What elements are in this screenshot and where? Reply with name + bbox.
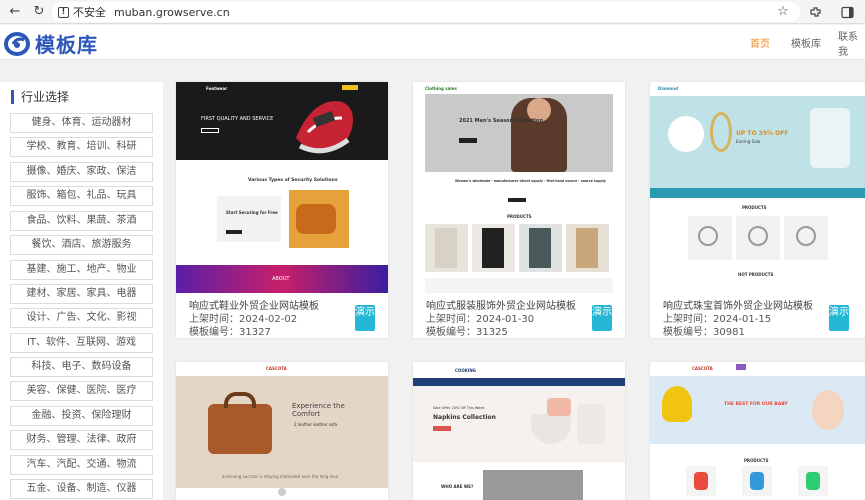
thumb-hero-text: FIRST QUALITY AND SERVICE (201, 116, 274, 122)
reload-icon[interactable]: ↻ (30, 3, 48, 21)
thumb-section-title: PRODUCTS (742, 205, 767, 210)
template-card[interactable]: Footwear FIRST QUALITY AND SERVICE Vario… (176, 82, 388, 338)
thumb-brand: Diamond (658, 86, 679, 91)
category-item[interactable]: 财务、管理、法律、政府 (10, 430, 153, 450)
sidebar-title: 行业选择 (11, 90, 69, 104)
thumb-tagline: Women's wholesale - manufacturer direct … (455, 179, 606, 183)
nav-home[interactable]: 首页 (750, 25, 770, 60)
category-item[interactable]: 五金、设备、制造、仪器 (10, 479, 153, 499)
category-item[interactable]: 金融、投资、保险理财 (10, 406, 153, 426)
category-item[interactable]: 汽车、汽配、交通、物流 (10, 455, 153, 475)
preview-button[interactable]: 演示 (592, 305, 612, 331)
template-card[interactable]: Clothing sales 2021 Men's Season Collect… (413, 82, 625, 338)
thumb-section-title: Various Types of Security Solutions (248, 178, 338, 183)
category-item[interactable]: 餐饮、酒店、旅游服务 (10, 235, 153, 255)
star-icon[interactable]: ☆ (774, 3, 792, 21)
thumb-caption: achieving success is staying motivated o… (222, 474, 339, 479)
category-item[interactable]: 摄像、婚庆、家政、保洁 (10, 162, 153, 182)
category-item[interactable]: 学校、教育、培训、科研 (10, 137, 153, 157)
url-text: muban.growserve.cn (114, 5, 230, 19)
thumb-hero-text: UP TO 35% OFF (736, 130, 789, 137)
category-item[interactable]: IT、软件、互联网、游戏 (10, 333, 153, 353)
template-card[interactable]: Diamond UP TO 35% OFF Earring Sale PRODU… (650, 82, 865, 338)
nav-contact[interactable]: 联系我 (838, 25, 865, 60)
warning-icon: ! (58, 6, 69, 18)
template-thumbnail[interactable]: COOKING Sale Offer 20% Off This Week Nap… (413, 362, 625, 500)
template-card[interactable]: CASCOTA Experience the Comfort 2 leather… (176, 362, 388, 500)
card-code: 模板编号：31327 (189, 327, 271, 338)
thumb-section2-title: HOT PRODUCTS (738, 272, 774, 277)
thumb-brand: COOKING (455, 368, 476, 373)
card-date: 上架时间：2024-02-02 (189, 314, 298, 325)
security-indicator[interactable]: ! 不安全 (58, 4, 114, 20)
template-card[interactable]: CASCOTA THE BEST FOR OUR BABY PRODUCTS (650, 362, 865, 500)
site-header: 模板库 首页 模板库 联系我 (0, 25, 865, 60)
security-label: 不安全 (73, 6, 106, 19)
thumb-brand: Footwear (206, 86, 228, 91)
nav-contact-link[interactable]: 联系我 (838, 28, 865, 58)
nav-templates[interactable]: 模板库 (791, 25, 821, 60)
thumb-hero-sub: Earring Sale (736, 139, 761, 144)
thumb-hero-small: Sale Offer 20% Off This Week (433, 406, 485, 410)
thumb-hero-text: THE BEST FOR OUR BABY (724, 402, 788, 407)
card-code: 模板编号：31325 (426, 327, 508, 338)
extensions-icon[interactable] (806, 3, 824, 21)
thumb-hero-text: 2021 Men's Season Collection (459, 118, 543, 124)
template-thumbnail[interactable]: Clothing sales 2021 Men's Season Collect… (413, 82, 625, 293)
thumb-brand: CASCOTA (692, 366, 713, 371)
preview-button[interactable]: 演示 (829, 305, 849, 331)
card-title[interactable]: 响应式服装服饰外贸企业网站模板 (426, 300, 576, 313)
thumb-section-title: WHO ARE WE? (441, 484, 474, 489)
nav-templates-link[interactable]: 模板库 (791, 35, 821, 50)
thumb-section-title: PRODUCTS (744, 458, 769, 463)
nav-home-link[interactable]: 首页 (750, 35, 770, 50)
thumb-hero-text: Experience the Comfort (292, 402, 345, 418)
category-item[interactable]: 服饰、箱包、礼品、玩具 (10, 186, 153, 206)
category-item[interactable]: 建材、家居、家具、电器 (10, 284, 153, 304)
industry-sidebar: 行业选择 健身、体育、运动器材 学校、教育、培训、科研 摄像、婚庆、家政、保洁 … (0, 82, 163, 500)
thumb-sub-title: Start Securing for Free (226, 210, 278, 215)
thumb-section-title: PRODUCTS (507, 214, 532, 219)
address-bar[interactable]: ! 不安全 muban.growserve.cn (52, 2, 800, 22)
card-info: 响应式服装服饰外贸企业网站模板 上架时间：2024-01-30 模板编号：313… (426, 300, 576, 338)
template-thumbnail[interactable]: CASCOTA THE BEST FOR OUR BABY PRODUCTS (650, 362, 865, 500)
thumb-brand: CASCOTA (266, 366, 287, 371)
thumb-hero-sub: 2 leather leather sofa (294, 422, 338, 427)
thumb-brand: Clothing sales (425, 86, 457, 91)
card-title[interactable]: 响应式珠宝首饰外贸企业网站模板 (663, 300, 813, 313)
sidebar-toggle-icon[interactable] (838, 3, 856, 21)
template-thumbnail[interactable]: CASCOTA Experience the Comfort 2 leather… (176, 362, 388, 500)
category-item[interactable]: 健身、体育、运动器材 (10, 113, 153, 133)
card-code: 模板编号：30981 (663, 327, 745, 338)
thumb-about: ABOUT (272, 276, 290, 282)
card-date: 上架时间：2024-01-15 (663, 314, 772, 325)
template-thumbnail[interactable]: Footwear FIRST QUALITY AND SERVICE Vario… (176, 82, 388, 293)
shoe-image (296, 101, 353, 154)
thumb-hero-text: Napkins Collection (433, 414, 496, 421)
card-title[interactable]: 响应式鞋业外贸企业网站模板 (189, 300, 319, 313)
back-arrow-icon[interactable]: ← (6, 3, 24, 21)
category-item[interactable]: 食品、饮料、果蔬、茶酒 (10, 211, 153, 231)
card-date: 上架时间：2024-01-30 (426, 314, 535, 325)
category-item[interactable]: 科技、电子、数码设备 (10, 357, 153, 377)
category-item[interactable]: 设计、广告、文化、影视 (10, 308, 153, 328)
template-thumbnail[interactable]: Diamond UP TO 35% OFF Earring Sale PRODU… (650, 82, 865, 293)
card-info: 响应式珠宝首饰外贸企业网站模板 上架时间：2024-01-15 模板编号：309… (663, 300, 813, 338)
logo-icon (4, 31, 30, 56)
category-item[interactable]: 美容、保健、医院、医疗 (10, 381, 153, 401)
card-info: 响应式鞋业外贸企业网站模板 上架时间：2024-02-02 模板编号：31327 (189, 300, 319, 338)
site-logo[interactable]: 模板库 (4, 29, 98, 58)
preview-button[interactable]: 演示 (355, 305, 375, 331)
category-item[interactable]: 基建、施工、地产、物业 (10, 260, 153, 280)
template-card[interactable]: COOKING Sale Offer 20% Off This Week Nap… (413, 362, 625, 500)
logo-text: 模板库 (35, 33, 98, 57)
